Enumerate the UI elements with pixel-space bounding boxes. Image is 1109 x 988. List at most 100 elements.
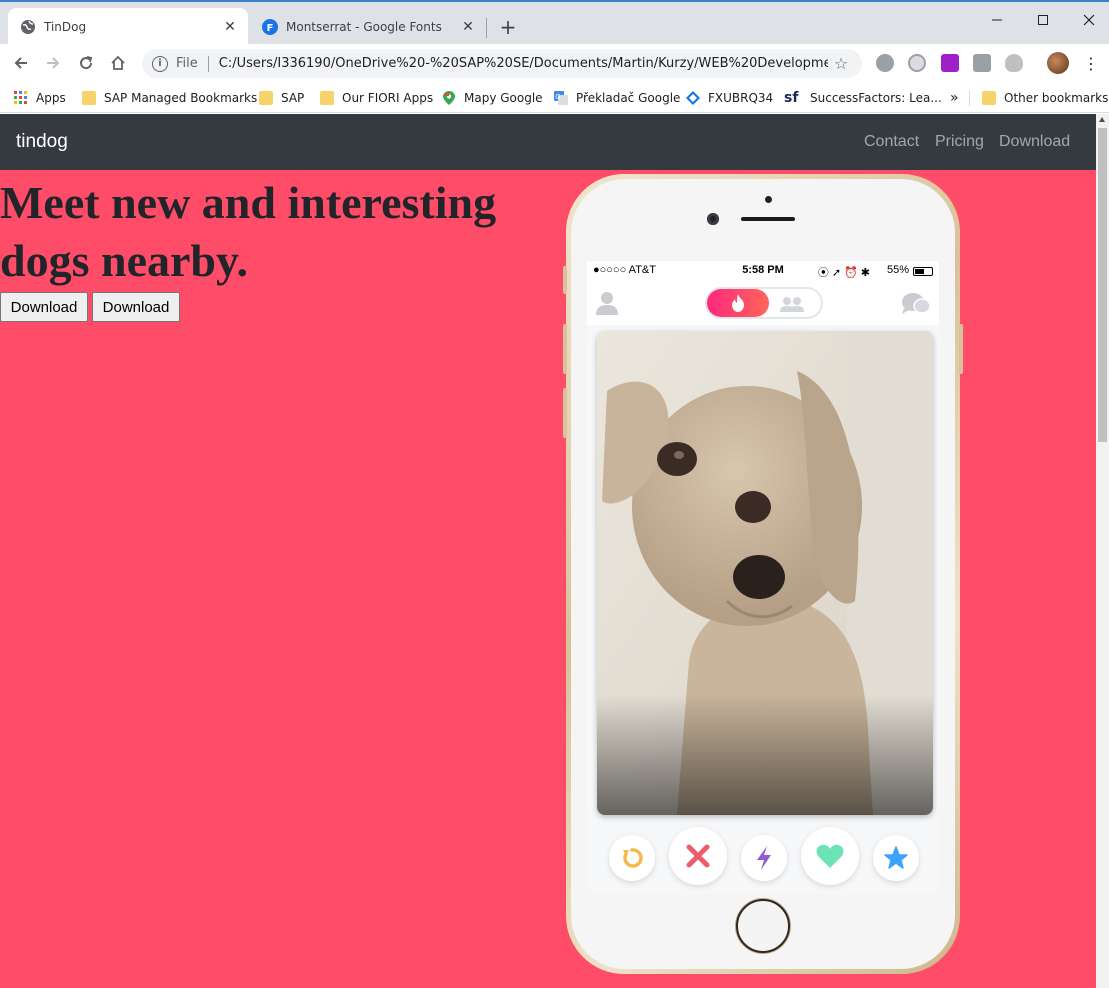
menu-kebab-icon[interactable]: ⋮ (1078, 51, 1104, 75)
bookmark-sap[interactable]: SAP (259, 88, 304, 108)
maximize-icon (1038, 15, 1048, 25)
phone-home-button (736, 899, 790, 953)
download-button[interactable]: Download (0, 292, 88, 322)
app-header (587, 281, 939, 325)
phone-sensor (765, 196, 772, 203)
download-button[interactable]: Download (92, 292, 180, 322)
phone-volume-button (563, 388, 567, 438)
sf-icon: sf (784, 90, 799, 106)
info-icon[interactable]: i (152, 55, 168, 72)
like-button[interactable] (801, 827, 859, 885)
group-icon[interactable] (779, 296, 805, 312)
maximize-button[interactable] (1020, 8, 1066, 32)
nav-link-contact[interactable]: Contact (864, 133, 919, 151)
extension-icon[interactable] (908, 54, 926, 72)
bookmark-label: Překladač Google (576, 91, 681, 105)
new-tab-button[interactable]: + (498, 17, 518, 38)
address-bar[interactable]: i File C:/Users/I336190/OneDrive%20-%20S… (142, 49, 862, 78)
phone-screen: ●○○○○ AT&T 5:58 PM ⦿➚⏰✱ 55% (587, 261, 939, 893)
hero-title: Meet new and interesting dogs nearby. (0, 177, 497, 286)
nav-link-download[interactable]: Download (999, 133, 1070, 151)
scroll-up-arrow-icon[interactable] (1099, 117, 1105, 122)
close-tab-icon[interactable]: ✕ (460, 19, 476, 35)
bookmarks-bar: Apps SAP Managed Bookmarks SAP Our FIORI… (0, 82, 1109, 113)
bookmark-prekladac-google[interactable]: G Překladač Google (554, 88, 680, 108)
nope-button[interactable] (669, 827, 727, 885)
super-like-button[interactable] (873, 835, 919, 881)
phone-bezel: ●○○○○ AT&T 5:58 PM ⦿➚⏰✱ 55% (571, 179, 955, 969)
page-viewport: tindog Contact Pricing Download Meet new… (0, 114, 1096, 988)
bookmark-label: Mapy Google (464, 91, 543, 105)
nav-link-pricing[interactable]: Pricing (935, 133, 984, 151)
bookmark-our-fiori-apps[interactable]: Our FIORI Apps (320, 88, 433, 108)
bookmarks-overflow-button[interactable]: » (950, 88, 959, 108)
scrollbar-thumb[interactable] (1098, 128, 1107, 442)
forward-button[interactable] (40, 51, 66, 75)
rewind-button[interactable] (609, 835, 655, 881)
extension-pdf-icon[interactable] (973, 54, 991, 72)
arrow-left-icon (14, 57, 27, 69)
page-scrollbar[interactable] (1096, 114, 1109, 988)
dog-photo (597, 331, 933, 815)
close-icon (1083, 14, 1095, 26)
bookmark-other-bookmarks[interactable]: Other bookmarks (982, 88, 1108, 108)
extension-rp-icon[interactable] (941, 54, 959, 72)
browser-toolbar: i File C:/Users/I336190/OneDrive%20-%20S… (0, 44, 1109, 82)
bookmark-apps[interactable]: Apps (14, 88, 66, 108)
bookmark-successfactors[interactable]: sf SuccessFactors: Lea... (784, 88, 942, 108)
profile-avatar[interactable] (1047, 52, 1069, 74)
flame-tab[interactable] (707, 289, 769, 317)
bookmark-label: Apps (36, 91, 66, 105)
tab-title: Montserrat - Google Fonts (286, 20, 442, 34)
boost-button[interactable] (741, 835, 787, 881)
chat-bubbles-icon[interactable] (901, 292, 931, 316)
phone-power-button (959, 324, 963, 374)
profile-icon[interactable] (595, 290, 619, 316)
bookmark-label: SAP (281, 91, 305, 105)
folder-icon (320, 91, 334, 105)
bookmark-label: FXUBRQ34 (708, 91, 774, 105)
maps-pin-icon (443, 91, 455, 105)
rewind-icon (623, 848, 643, 868)
phone-mute-switch (563, 266, 567, 294)
reload-button[interactable] (73, 51, 99, 75)
close-window-button[interactable] (1066, 8, 1109, 32)
folder-icon (982, 91, 996, 105)
tab-montserrat-google-fonts[interactable]: F Montserrat - Google Fonts ✕ (250, 8, 486, 46)
tab-separator (486, 18, 487, 38)
bookmark-star-icon[interactable]: ☆ (828, 54, 854, 73)
folder-icon (259, 91, 273, 105)
bookmark-label: Other bookmarks (1004, 91, 1109, 105)
folder-icon (82, 91, 96, 105)
minimize-icon (992, 19, 1002, 21)
close-tab-icon[interactable]: ✕ (222, 19, 238, 35)
status-icons: ⦿➚⏰✱ (817, 267, 873, 279)
dog-profile-card[interactable] (597, 331, 933, 815)
battery-percent: 55% (886, 264, 909, 276)
action-buttons-bar (587, 821, 939, 893)
navbar-brand[interactable]: tindog (16, 131, 68, 153)
tab-tindog[interactable]: TinDog ✕ (8, 8, 248, 46)
arrow-right-icon (47, 57, 60, 69)
back-button[interactable] (8, 51, 34, 75)
bookmark-label: SAP Managed Bookmarks (104, 91, 258, 105)
bookmark-mapy-google[interactable]: Mapy Google (442, 88, 543, 108)
home-button[interactable] (105, 51, 131, 75)
google-fonts-icon: F (262, 19, 278, 35)
bookmark-fxubrq34[interactable]: FXUBRQ34 (686, 88, 773, 108)
phone-status-bar: ●○○○○ AT&T 5:58 PM ⦿➚⏰✱ 55% (587, 261, 939, 281)
extension-bug-icon[interactable] (1005, 54, 1023, 72)
phone-volume-button (563, 324, 567, 374)
globe-icon (20, 19, 36, 35)
bookmarks-separator (969, 90, 970, 106)
diamond-icon (686, 91, 700, 105)
bookmark-label: Our FIORI Apps (342, 91, 434, 105)
star-icon (884, 846, 908, 869)
extension-icon[interactable] (876, 54, 894, 72)
discovery-toggle[interactable] (705, 287, 823, 319)
iphone-mockup: ●○○○○ AT&T 5:58 PM ⦿➚⏰✱ 55% (563, 174, 963, 974)
tab-strip: TinDog ✕ F Montserrat - Google Fonts ✕ + (0, 0, 1109, 46)
minimize-button[interactable] (974, 8, 1020, 32)
bookmark-sap-managed[interactable]: SAP Managed Bookmarks (82, 88, 257, 108)
url-text[interactable]: C:/Users/I336190/OneDrive%20-%20SAP%20SE… (219, 56, 828, 71)
